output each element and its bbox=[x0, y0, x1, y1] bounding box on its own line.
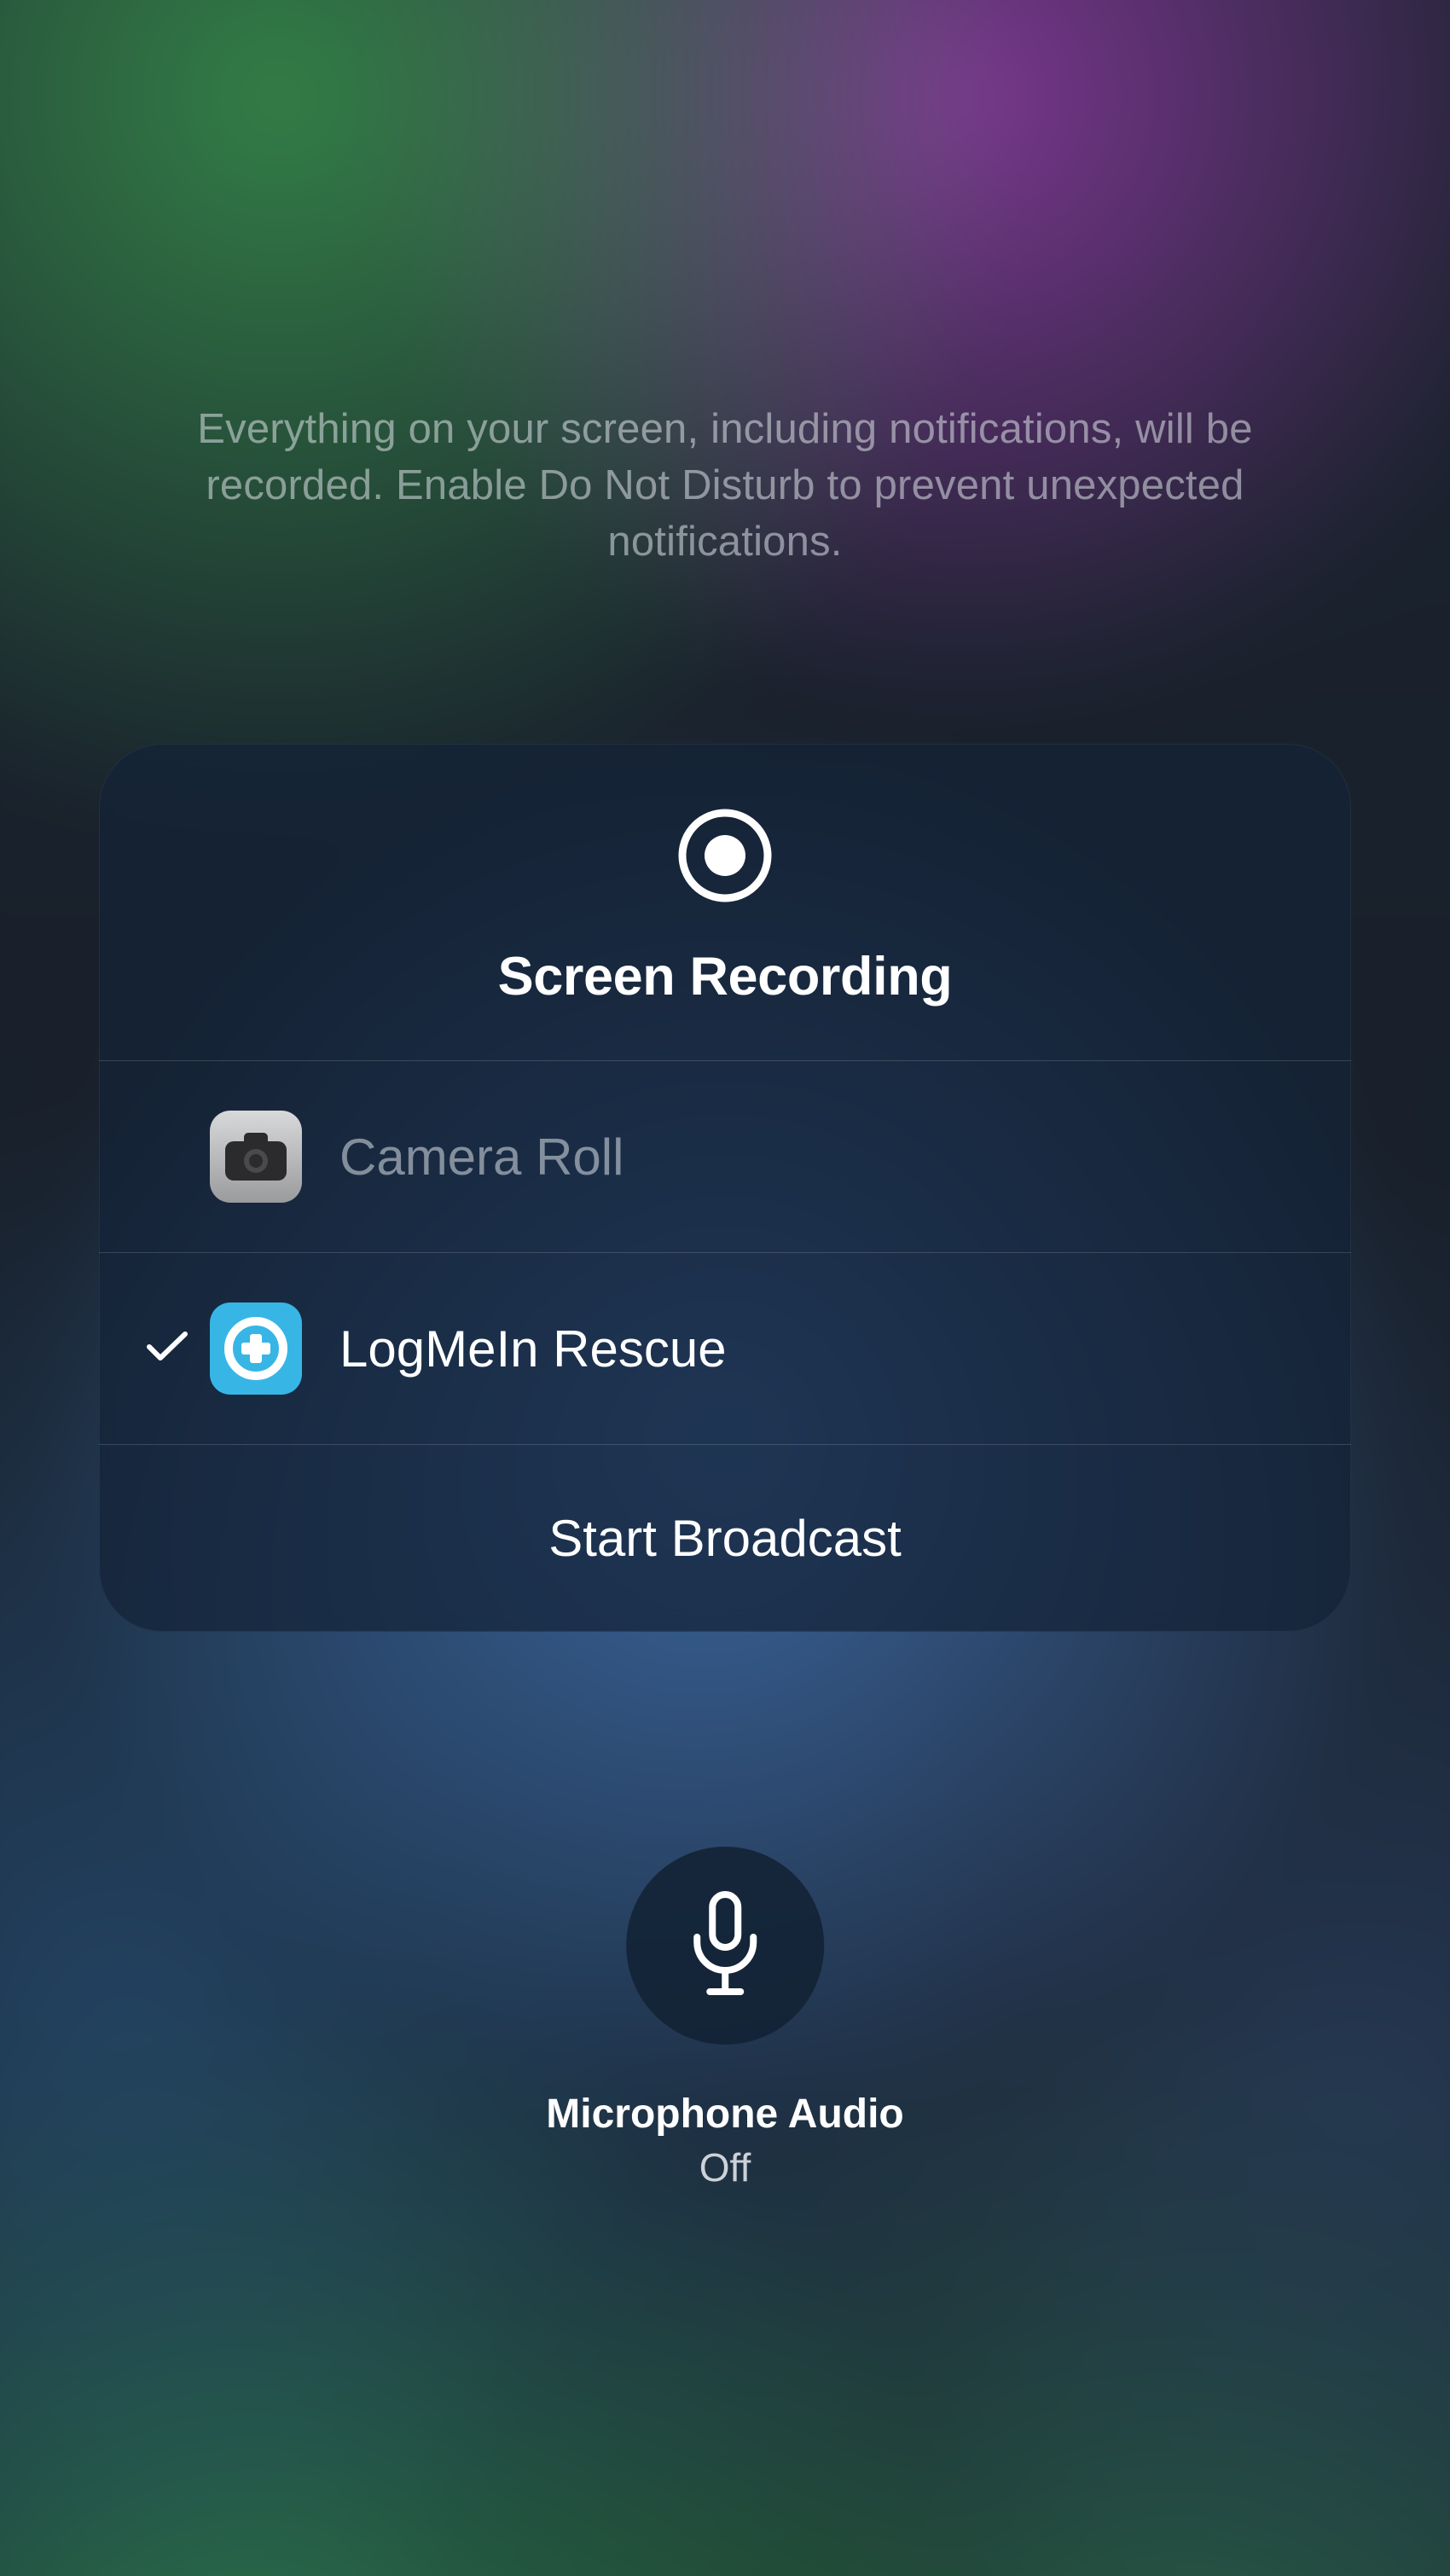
checkmark-icon bbox=[146, 1330, 188, 1368]
microphone-title: Microphone Audio bbox=[546, 2091, 904, 2138]
logmein-rescue-app-icon bbox=[210, 1303, 302, 1395]
camera-roll-app-icon bbox=[210, 1111, 302, 1203]
screen-recording-panel: Screen Recording Camera Roll bbox=[99, 744, 1351, 1632]
check-slot bbox=[125, 1330, 210, 1368]
microphone-toggle-button[interactable] bbox=[626, 1847, 824, 2045]
start-broadcast-button[interactable]: Start Broadcast bbox=[99, 1444, 1351, 1632]
option-logmein-rescue[interactable]: LogMeIn Rescue bbox=[99, 1252, 1351, 1444]
record-icon bbox=[675, 805, 775, 910]
microphone-icon bbox=[684, 1889, 766, 2003]
option-label: LogMeIn Rescue bbox=[339, 1320, 727, 1378]
microphone-section: Microphone Audio Off bbox=[546, 1847, 904, 2190]
panel-title: Screen Recording bbox=[99, 946, 1351, 1007]
recording-disclaimer: Everything on your screen, including not… bbox=[102, 401, 1348, 570]
option-camera-roll[interactable]: Camera Roll bbox=[99, 1060, 1351, 1252]
microphone-state: Off bbox=[546, 2144, 904, 2190]
panel-header: Screen Recording bbox=[99, 744, 1351, 1060]
option-label: Camera Roll bbox=[339, 1128, 624, 1186]
start-broadcast-label: Start Broadcast bbox=[548, 1509, 902, 1568]
